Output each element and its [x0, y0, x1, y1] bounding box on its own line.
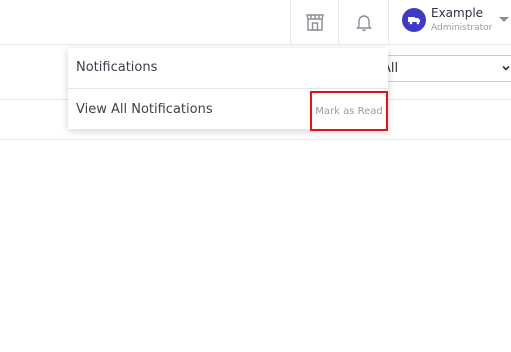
- top-bar: Example Administrator: [0, 0, 511, 45]
- mark-as-read-button[interactable]: Mark as Read: [310, 91, 388, 131]
- filter-select[interactable]: All: [370, 55, 511, 82]
- notifications-dropdown: Notifications View All Notifications Mar…: [68, 48, 388, 131]
- user-menu[interactable]: Example Administrator: [388, 0, 511, 44]
- caret-down-icon[interactable]: [499, 17, 509, 22]
- notifications-button[interactable]: [338, 0, 388, 44]
- store-button[interactable]: [290, 0, 338, 44]
- divider: [0, 139, 511, 140]
- mark-as-read-label: Mark as Read: [315, 105, 383, 117]
- avatar: [402, 8, 426, 32]
- chevron-down-icon: [502, 65, 510, 71]
- bell-icon: [355, 15, 372, 32]
- dropdown-divider: [68, 88, 388, 89]
- user-role: Administrator: [431, 23, 493, 33]
- notifications-title: Notifications: [76, 60, 158, 75]
- truck-icon: [408, 17, 420, 25]
- user-name: Example: [431, 6, 484, 20]
- view-all-notifications-link[interactable]: View All Notifications: [76, 102, 213, 117]
- store-icon: [305, 14, 324, 31]
